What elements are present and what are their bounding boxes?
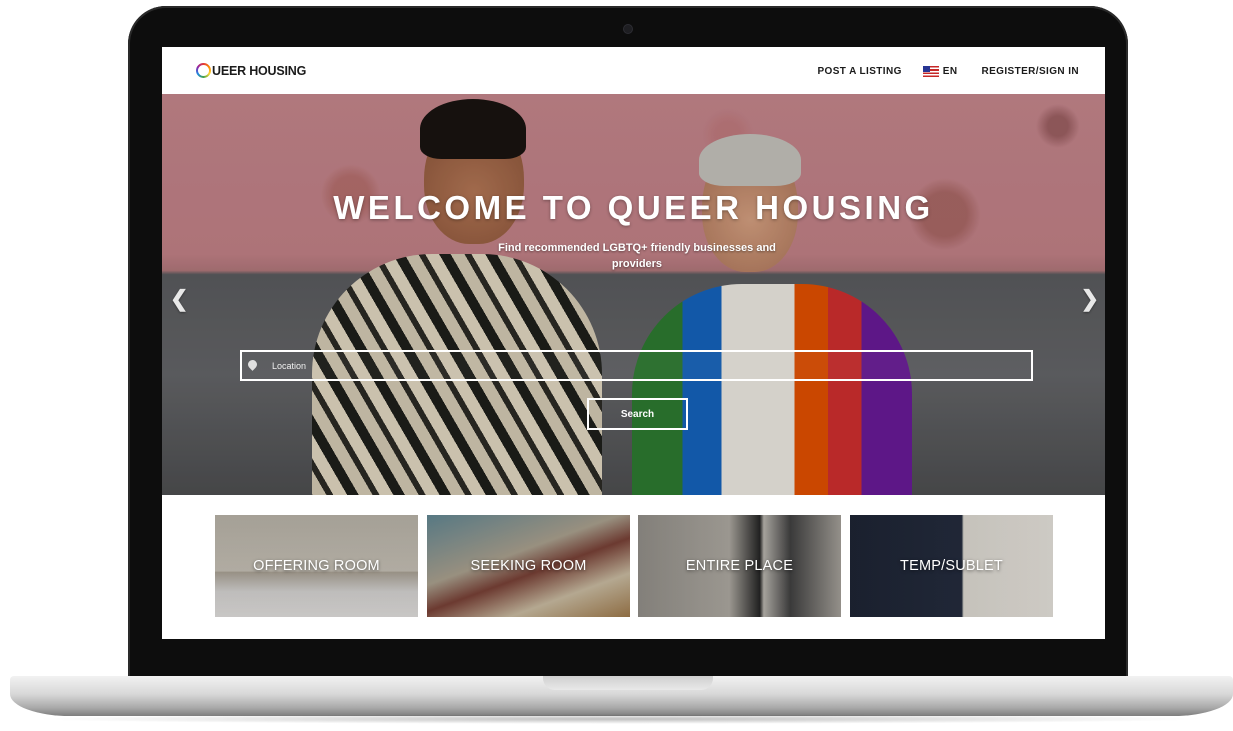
logo-text: UEER HOUSING xyxy=(212,63,307,78)
location-input[interactable] xyxy=(270,359,1014,372)
search-button[interactable]: Search xyxy=(587,398,688,430)
us-flag-icon xyxy=(922,66,939,77)
category-seeking-room[interactable]: SEEKING ROOM xyxy=(427,515,630,617)
category-label: SEEKING ROOM xyxy=(470,558,587,574)
location-pin-icon xyxy=(248,360,257,372)
site-logo[interactable]: UEER HOUSING xyxy=(196,63,306,78)
chevron-left-icon[interactable]: ❮ xyxy=(170,286,188,312)
category-temp-sublet[interactable]: TEMP/SUBLET xyxy=(850,515,1053,617)
hero-subtitle: Find recommended LGBTQ+ friendly busines… xyxy=(498,242,776,270)
laptop-shadow xyxy=(30,714,1210,724)
language-selector[interactable]: EN xyxy=(922,66,958,77)
top-navigation-bar: UEER HOUSING POST A LISTING EN REGISTER/… xyxy=(162,47,1105,94)
language-code: EN xyxy=(942,66,958,77)
category-label: OFFERING ROOM xyxy=(253,558,380,574)
main-nav: POST A LISTING EN REGISTER/SIGN IN xyxy=(817,66,1079,77)
register-sign-in-link[interactable]: REGISTER/SIGN IN xyxy=(981,66,1079,77)
post-listing-link[interactable]: POST A LISTING xyxy=(817,66,901,77)
category-label: TEMP/SUBLET xyxy=(900,558,1003,574)
category-entire-place[interactable]: ENTIRE PLACE xyxy=(638,515,841,617)
logo-q-ring-icon xyxy=(196,63,211,78)
laptop-opening-notch xyxy=(543,676,713,690)
browser-screen: UEER HOUSING POST A LISTING EN REGISTER/… xyxy=(162,47,1105,639)
category-label: ENTIRE PLACE xyxy=(685,558,794,574)
category-tiles: OFFERING ROOM SEEKING ROOM ENTIRE PLACE … xyxy=(215,515,1053,617)
chevron-right-icon[interactable]: ❯ xyxy=(1081,286,1099,312)
hero-overlay xyxy=(162,94,1105,495)
hero-carousel: WELCOME TO QUEER HOUSING Find recommende… xyxy=(162,94,1105,495)
hero-title: WELCOME TO QUEER HOUSING xyxy=(333,189,934,226)
laptop-camera xyxy=(624,25,632,33)
category-offering-room[interactable]: OFFERING ROOM xyxy=(215,515,418,617)
location-search-field[interactable] xyxy=(240,350,1033,381)
